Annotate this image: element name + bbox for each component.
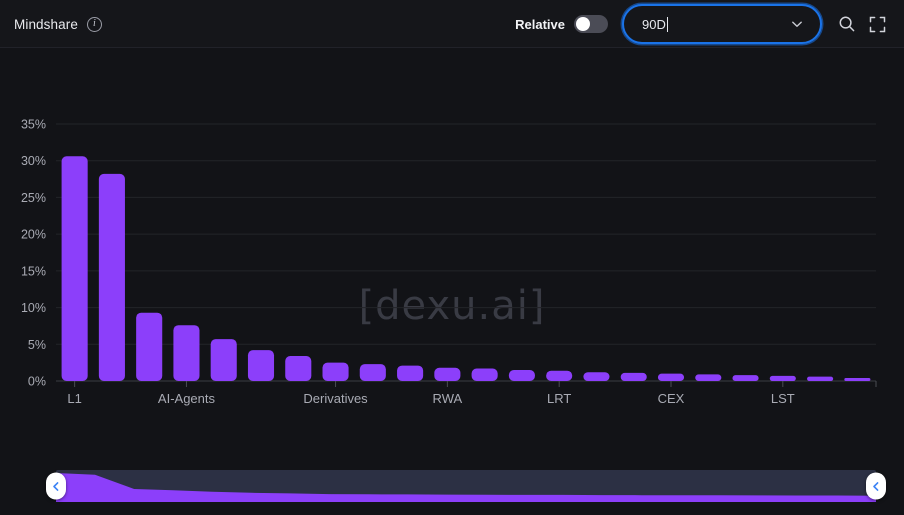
- chevron-left-icon: [53, 481, 59, 491]
- bar[interactable]: [807, 376, 834, 381]
- chart-header: Mindshare i Relative 90D: [0, 0, 904, 48]
- header-controls: Relative 90D: [515, 0, 892, 48]
- search-icon[interactable]: [832, 9, 862, 39]
- bar[interactable]: [546, 370, 573, 381]
- info-icon[interactable]: i: [86, 16, 102, 32]
- bar[interactable]: [247, 350, 275, 381]
- x-axis-tick-label: Derivatives: [303, 391, 368, 406]
- bar[interactable]: [695, 374, 722, 381]
- y-axis-tick-label: 35%: [21, 118, 46, 132]
- brush-handle-left[interactable]: [46, 472, 66, 500]
- y-axis-tick-label: 10%: [21, 301, 46, 315]
- page-title: Mindshare: [14, 16, 78, 32]
- bar[interactable]: [210, 339, 237, 381]
- bar[interactable]: [434, 367, 461, 381]
- x-axis-tick-label: CEX: [658, 391, 685, 406]
- chevron-left-icon: [873, 481, 879, 491]
- relative-toggle-group: Relative: [515, 15, 608, 33]
- relative-label: Relative: [515, 16, 565, 32]
- y-axis-tick-label: 20%: [21, 228, 46, 242]
- bar[interactable]: [359, 364, 386, 381]
- bar[interactable]: [471, 368, 498, 381]
- y-axis-tick-label: 30%: [21, 154, 46, 168]
- x-axis-tick-label: LRT: [547, 391, 571, 406]
- bar[interactable]: [322, 362, 349, 381]
- y-axis-tick-label: 15%: [21, 264, 46, 278]
- chevron-down-icon: [792, 21, 802, 27]
- y-axis-tick-label: 0%: [28, 375, 46, 389]
- bar[interactable]: [657, 373, 685, 381]
- period-select[interactable]: 90D: [622, 4, 822, 44]
- y-axis-tick-label: 5%: [28, 338, 46, 352]
- text-cursor: [666, 16, 668, 32]
- bar[interactable]: [98, 173, 125, 381]
- relative-toggle[interactable]: [574, 15, 608, 33]
- bar[interactable]: [136, 312, 163, 381]
- range-brush[interactable]: [46, 470, 886, 502]
- x-axis-tick-label: AI-Agents: [158, 391, 216, 406]
- toggle-knob: [576, 17, 590, 31]
- bar[interactable]: [173, 325, 200, 381]
- bar[interactable]: [732, 375, 759, 381]
- brush-handle-right[interactable]: [866, 472, 886, 500]
- fullscreen-icon[interactable]: [862, 9, 892, 39]
- title-group: Mindshare i: [14, 0, 102, 48]
- bar[interactable]: [397, 365, 424, 381]
- bar[interactable]: [285, 356, 312, 381]
- period-select-value: 90D: [642, 16, 666, 32]
- bar[interactable]: [769, 375, 796, 381]
- mindshare-chart-widget: Mindshare i Relative 90D [dexu.ai] 0% 5%…: [0, 0, 904, 515]
- bar[interactable]: [61, 156, 88, 381]
- bar[interactable]: [844, 378, 871, 381]
- y-axis-tick-label: 25%: [21, 191, 46, 205]
- bar[interactable]: [620, 372, 647, 381]
- brush-overview-area: [56, 473, 876, 502]
- x-axis-tick-label: RWA: [433, 391, 463, 406]
- bar[interactable]: [583, 372, 610, 381]
- brush-area-path: [56, 473, 876, 502]
- x-axis-tick-label: LST: [771, 391, 795, 406]
- bar[interactable]: [508, 369, 535, 381]
- x-axis-tick-label: L1: [67, 391, 81, 406]
- chart-plot-area: [dexu.ai] 0% 5% 10% 15% 20% 25% 30% 35% L1 AI-Age…: [0, 48, 904, 515]
- bar-chart: 0% 5% 10% 15% 20% 25% 30% 35% L1 AI-Agents Derivat…: [21, 118, 877, 406]
